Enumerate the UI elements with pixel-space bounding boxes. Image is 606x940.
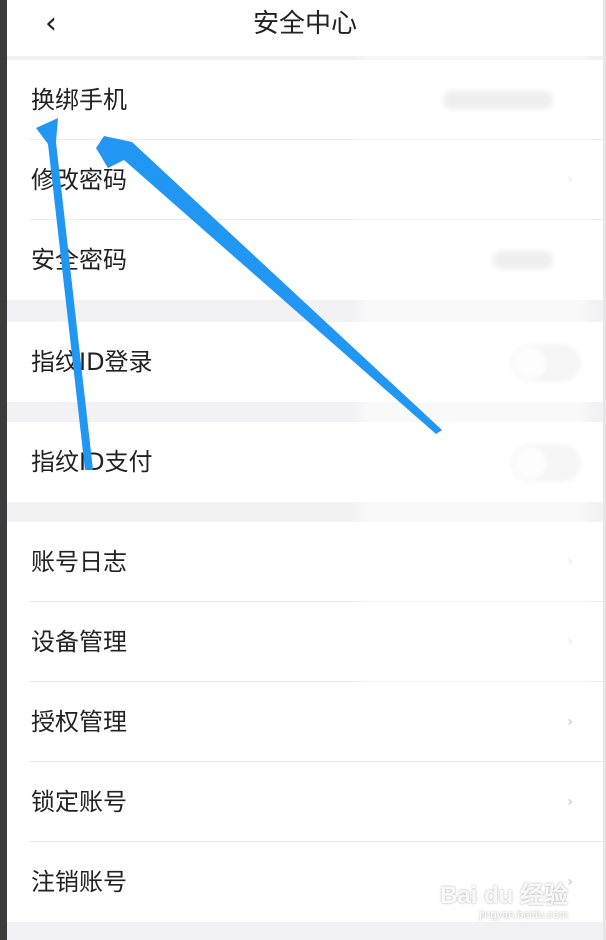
row-label: 指纹ID支付: [31, 448, 153, 476]
row-label: 账号日志: [31, 548, 127, 576]
row-fingerprint-pay: 指纹ID支付: [7, 422, 603, 502]
row-label: 授权管理: [31, 708, 127, 736]
row-lock-account[interactable]: 锁定账号 ›: [7, 762, 603, 842]
row-change-phone[interactable]: 换绑手机: [7, 60, 603, 140]
watermark-brand: Bai du 经验: [439, 882, 568, 909]
row-label: 注销账号: [31, 868, 127, 896]
left-edge-strip: [0, 0, 7, 940]
settings-group-fingerprint-pay: 指纹ID支付: [7, 422, 603, 502]
row-label: 安全密码: [31, 246, 127, 274]
row-label: 换绑手机: [31, 86, 127, 114]
chevron-right-icon: ›: [567, 874, 573, 890]
settings-group-account: 换绑手机 修改密码 › 安全密码: [7, 60, 603, 300]
row-account-log[interactable]: 账号日志 ›: [7, 522, 603, 602]
row-label: 设备管理: [31, 628, 127, 656]
watermark-url: jingyan.baidu.com: [479, 909, 568, 921]
chevron-right-icon: ›: [567, 172, 573, 188]
row-device-management[interactable]: 设备管理 ›: [7, 602, 603, 682]
fingerprint-pay-toggle[interactable]: [511, 444, 581, 482]
baidu-jingyan-watermark: Bai du 经验 jingyan.baidu.com: [440, 884, 568, 922]
settings-group-fingerprint-login: 指纹ID登录: [7, 322, 603, 402]
row-authorization-management[interactable]: 授权管理 ›: [7, 682, 603, 762]
blurred-phone-value: [443, 91, 553, 109]
fingerprint-login-toggle[interactable]: [511, 344, 581, 382]
row-label: 锁定账号: [31, 788, 127, 816]
toggle-knob: [514, 447, 546, 479]
blurred-status-value: [493, 251, 553, 269]
row-fingerprint-login: 指纹ID登录: [7, 322, 603, 402]
row-change-password[interactable]: 修改密码 ›: [7, 140, 603, 220]
settings-group-management: 账号日志 › 设备管理 › 授权管理 › 锁定账号 › 注销账号 ›: [7, 522, 603, 922]
row-label: 指纹ID登录: [31, 348, 153, 376]
chevron-right-icon: ›: [567, 794, 573, 810]
chevron-right-icon: ›: [567, 554, 573, 570]
chevron-right-icon: ›: [567, 634, 573, 650]
row-security-password[interactable]: 安全密码: [7, 220, 603, 300]
nav-header: ‹ 安全中心: [7, 0, 603, 56]
toggle-knob: [514, 347, 546, 379]
chevron-right-icon: ›: [567, 714, 573, 730]
row-label: 修改密码: [31, 166, 127, 194]
page-title: 安全中心: [252, 9, 357, 39]
